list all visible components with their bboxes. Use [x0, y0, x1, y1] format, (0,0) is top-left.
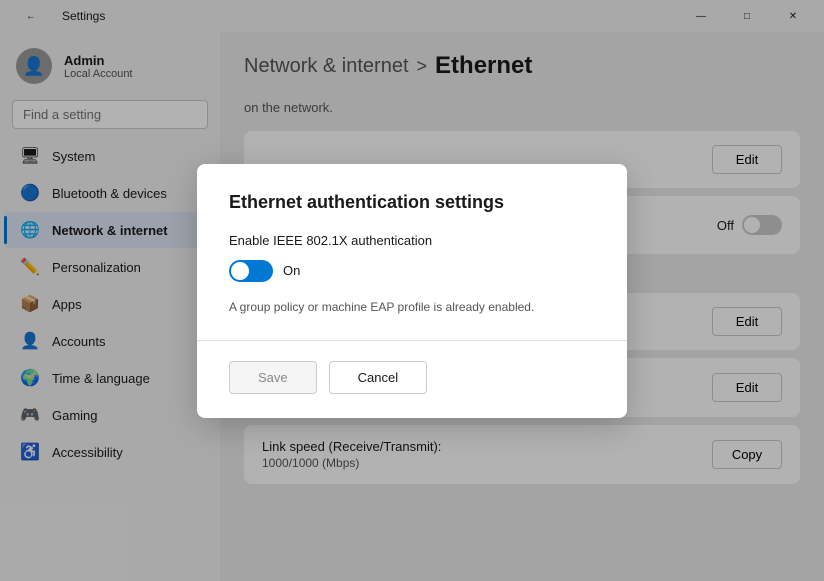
save-button[interactable]: Save	[229, 361, 317, 394]
modal-policy-text: A group policy or machine EAP profile is…	[229, 298, 595, 316]
modal-dialog: Ethernet authentication settings Enable …	[197, 164, 627, 418]
modal-toggle-row: On	[229, 260, 595, 282]
modal-enable-label: Enable IEEE 802.1X authentication	[229, 233, 595, 248]
modal-toggle-label: On	[283, 263, 300, 278]
modal-actions: Save Cancel	[229, 361, 595, 394]
cancel-button[interactable]: Cancel	[329, 361, 427, 394]
modal-divider	[197, 340, 627, 341]
modal-overlay: Ethernet authentication settings Enable …	[0, 0, 824, 581]
modal-toggle[interactable]	[229, 260, 273, 282]
modal-title: Ethernet authentication settings	[229, 192, 595, 213]
